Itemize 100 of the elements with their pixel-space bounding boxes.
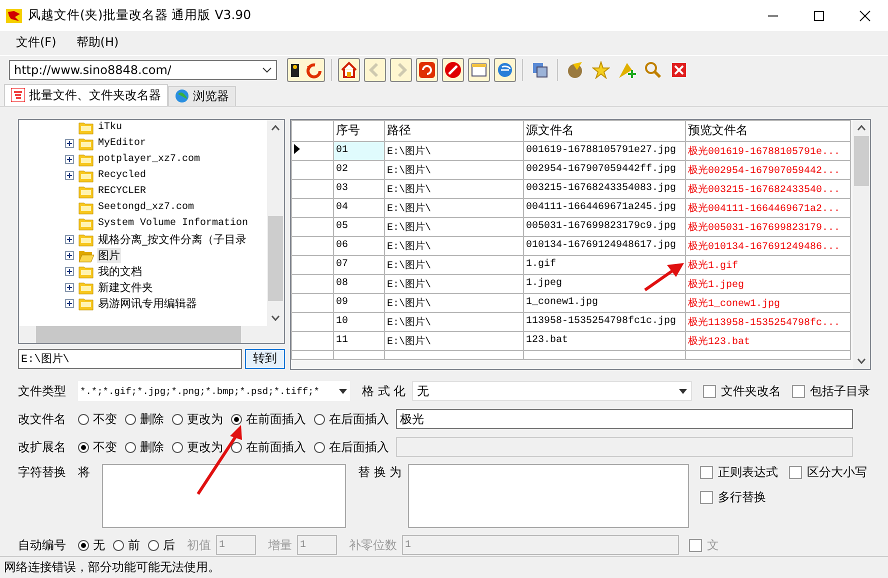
file-type-dropdown[interactable]: *.*;*.gif;*.jpg;*.png;*.bmp;*.psd;*.tiff;*: [78, 381, 350, 402]
checkbox[interactable]: 多行替换: [700, 489, 778, 506]
dropdown-arrow-icon: [679, 388, 687, 394]
radio-circle[interactable]: [78, 414, 89, 425]
format-dropdown[interactable]: 无: [412, 381, 692, 402]
window-button[interactable]: [468, 58, 490, 82]
checkbox[interactable]: 正则表达式: [700, 464, 778, 482]
menu-item[interactable]: 帮助(H): [68, 32, 127, 54]
stop-icon: [444, 60, 462, 79]
checkbox[interactable]: 包括子目录: [792, 382, 870, 400]
table-cell: E:\图片\: [384, 312, 524, 332]
path-field[interactable]: E:\图片\: [18, 348, 242, 369]
scrollbar[interactable]: [853, 120, 870, 369]
folder-icon: [78, 184, 94, 199]
radio-circle[interactable]: [314, 414, 325, 425]
text-field[interactable]: 极光: [396, 409, 853, 430]
table-cell: E:\图片\: [384, 255, 524, 274]
annotation-arrow: [196, 425, 242, 495]
tree-item[interactable]: 易游网讯专用编辑器: [97, 296, 198, 312]
expand-icon[interactable]: [65, 299, 74, 308]
expand-icon[interactable]: [65, 155, 74, 164]
scroll-up-icon[interactable]: [271, 124, 280, 131]
scroll-down-icon[interactable]: [271, 314, 280, 321]
radio-button[interactable]: 不变: [78, 410, 117, 428]
tab[interactable]: 批量文件、文件夹改名器: [4, 84, 168, 106]
radio-button[interactable]: 删除: [125, 410, 164, 428]
expand-icon[interactable]: [65, 251, 74, 260]
close-icon: [670, 60, 688, 79]
close-icon: [859, 10, 871, 22]
scrollbar-thumb[interactable]: [268, 216, 283, 301]
maximize-icon: [813, 10, 825, 22]
expand-icon[interactable]: [65, 283, 74, 292]
dropdown-arrow-icon: [339, 388, 347, 394]
tree-item[interactable]: Recycled: [97, 170, 148, 182]
column-header[interactable]: 路径: [384, 120, 524, 142]
scrollbar[interactable]: [19, 326, 284, 343]
radio-button[interactable]: 在前面插入: [231, 410, 306, 428]
table-cell: 003215-16768243354083.jpg: [524, 179, 686, 198]
expand-icon[interactable]: [65, 139, 74, 148]
table-cell: 1.jpeg: [524, 274, 686, 294]
status-bar: 网络连接错误，部分功能可能无法使用。: [0, 556, 888, 578]
scrollbar[interactable]: [267, 120, 284, 326]
go-button[interactable]: [287, 58, 325, 82]
home-icon: [340, 60, 358, 79]
radio-circle[interactable]: [125, 414, 136, 425]
table-cell: 极光113958-1535254798fc...: [686, 312, 850, 332]
browser-button[interactable]: [494, 58, 516, 82]
windows-icon: [531, 60, 549, 79]
table-cell: 极光123.bat: [686, 331, 850, 350]
expand-icon[interactable]: [65, 235, 74, 244]
menu-item[interactable]: 文件(F): [8, 32, 64, 54]
radio-circle[interactable]: [231, 414, 242, 425]
table-cell: 123.bat: [524, 331, 686, 350]
home-button[interactable]: [338, 58, 360, 82]
column-header[interactable]: 预览文件名: [686, 120, 850, 142]
tree-item[interactable]: 我的文档: [97, 264, 143, 280]
table-cell: 010134-16769124948617.jpg: [524, 236, 686, 256]
tree-item[interactable]: 图片: [97, 248, 121, 264]
expand-icon[interactable]: [65, 267, 74, 276]
radio-button[interactable]: 在后面插入: [314, 410, 389, 428]
tree-item[interactable]: 新建文件夹: [97, 280, 154, 296]
column-header[interactable]: 序号: [334, 120, 384, 142]
table-cell: E:\图片\: [384, 141, 524, 160]
app-icon: [6, 8, 22, 24]
go-button[interactable]: 转到: [245, 348, 285, 369]
table-cell: 极光1_conew1.jpg: [686, 293, 850, 312]
scroll-up-icon[interactable]: [857, 124, 866, 131]
tree-item[interactable]: 规格分离_按文件分离（子目录: [97, 232, 248, 248]
column-header[interactable]: 源文件名: [524, 120, 686, 142]
tree-item[interactable]: iTku: [97, 122, 124, 134]
checkbox[interactable]: 文件夹改名: [703, 382, 781, 400]
radio-button[interactable]: 更改为: [172, 410, 223, 428]
person-refresh-icon: [289, 60, 323, 79]
scrollbar-thumb[interactable]: [854, 136, 869, 186]
table-cell: 1_conew1.jpg: [524, 293, 686, 312]
radio-circle[interactable]: [172, 414, 183, 425]
star-icon: [592, 60, 610, 79]
stop-button[interactable]: [442, 58, 464, 82]
table-cell: E:\图片\: [384, 293, 524, 312]
row-header[interactable]: [292, 141, 334, 160]
field-label: 将: [78, 464, 91, 482]
table-cell: E:\图片\: [384, 274, 524, 294]
checkbox[interactable]: 区分大小写: [789, 464, 867, 482]
folder-icon: [78, 280, 94, 295]
tree-item[interactable]: System Volume Information: [97, 218, 250, 230]
tree-item[interactable]: MyEditor: [97, 138, 148, 150]
expand-icon[interactable]: [65, 171, 74, 180]
table-cell: 10: [334, 312, 384, 332]
field-label: 增量: [268, 536, 292, 554]
table-cell: 113958-1535254798fc1c.jpg: [524, 312, 686, 332]
tree-item[interactable]: RECYCLER: [97, 186, 148, 198]
tab[interactable]: 浏览器: [168, 86, 236, 106]
tree-item[interactable]: Seetongd_xz7.com: [97, 202, 196, 214]
table-cell: 002954-167907059442ff.jpg: [524, 160, 686, 180]
refresh-button[interactable]: [416, 58, 438, 82]
scroll-down-icon[interactable]: [857, 358, 866, 364]
table-cell: 极光1.jpeg: [686, 274, 850, 294]
address-field[interactable]: http://www.sino8848.com/: [9, 60, 277, 80]
table-cell: 06: [334, 236, 384, 256]
tree-item[interactable]: potplayer_xz7.com: [97, 154, 202, 166]
